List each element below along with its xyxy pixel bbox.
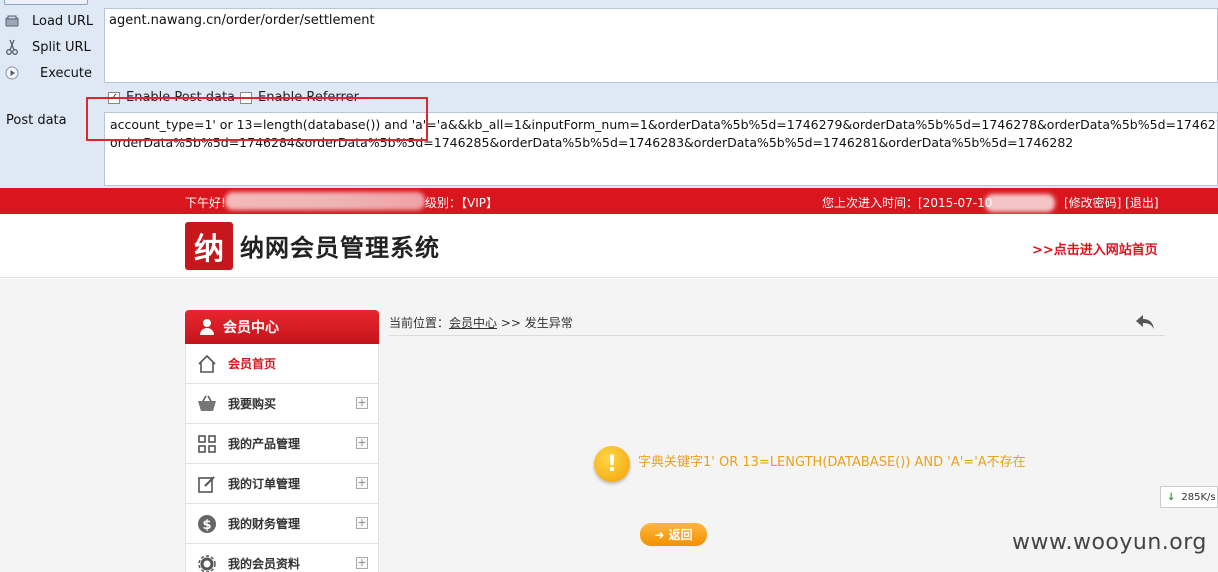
execute-button[interactable]: Execute — [4, 62, 92, 84]
breadcrumb-separator: >> — [497, 316, 525, 330]
enable-referrer-checkbox[interactable]: Enable Referrer — [240, 90, 359, 105]
user-icon — [199, 319, 215, 335]
hackbar-panel: Load URL Split URL Execute agent.nawang.… — [0, 0, 1218, 188]
split-url-label: Split URL — [32, 39, 91, 55]
sidebar-item-label: 我要购买 — [228, 397, 277, 411]
sidebar-item-label: 我的订单管理 — [228, 477, 301, 491]
load-url-label: Load URL — [32, 13, 94, 29]
load-url-icon — [4, 13, 20, 29]
sidebar-header: 会员中心 — [185, 310, 379, 344]
error-message: 字典关键字1' OR 13=LENGTH(DATABASE()) AND 'A'… — [638, 455, 1026, 470]
site-home-link[interactable]: >>点击进入网站首页 — [1032, 239, 1158, 258]
svg-text:$: $ — [202, 518, 211, 533]
logo-icon: 纳 — [185, 222, 233, 270]
sidebar-title: 会员中心 — [223, 320, 279, 336]
enable-referrer-label: Enable Referrer — [258, 90, 359, 105]
sidebar-item-label: 我的产品管理 — [228, 437, 301, 451]
sidebar-item-orders[interactable]: 我的订单管理 + — [185, 464, 379, 504]
house-icon — [196, 353, 218, 375]
download-speed-widget: ↓ 285K/s — [1160, 486, 1218, 508]
breadcrumb-prefix: 当前位置： — [389, 316, 450, 330]
back-arrow-icon[interactable] — [1134, 313, 1156, 331]
checkmark-icon: ✓ — [108, 91, 120, 104]
account-links[interactable]: [修改密码] [退出] — [1064, 194, 1159, 211]
sidebar-item-label: 我的财务管理 — [228, 517, 301, 531]
url-textarea[interactable]: agent.nawang.cn/order/order/settlement — [104, 8, 1218, 83]
checkbox-empty-icon — [240, 91, 252, 104]
expand-icon[interactable]: + — [356, 557, 368, 569]
breadcrumb-current: 发生异常 — [524, 316, 573, 330]
toolbar-button-fragment[interactable] — [4, 0, 88, 5]
post-data-textarea[interactable]: account_type=1' or 13=length(database())… — [104, 112, 1218, 186]
money-icon: $ — [196, 513, 218, 535]
site-title: 纳网会员管理系统 — [240, 234, 440, 262]
site-top-bar: 下午好! 级别：【VIP】 您上次进入时间：[2015-07-10 [修改密码]… — [0, 188, 1218, 214]
greeting-text: 下午好! — [185, 196, 226, 210]
expand-icon[interactable]: + — [356, 517, 368, 529]
expand-icon[interactable]: + — [356, 397, 368, 409]
scissors-icon — [4, 39, 20, 55]
sidebar-item-products[interactable]: 我的产品管理 + — [185, 424, 379, 464]
download-speed-value: 285K/s — [1181, 491, 1216, 503]
load-url-button[interactable]: Load URL — [4, 10, 93, 32]
sidebar-item-label: 我的会员资料 — [228, 557, 301, 571]
gear-icon — [196, 553, 218, 572]
sidebar-item-home[interactable]: 会员首页 — [185, 344, 379, 384]
expand-icon[interactable]: + — [356, 437, 368, 449]
split-url-button[interactable]: Split URL — [4, 36, 91, 58]
post-data-line-2: orderData%5b%5d=1746284&orderData%5b%5d=… — [110, 135, 1074, 150]
page-body — [0, 279, 1218, 572]
member-level: 级别：【VIP】 — [425, 196, 498, 210]
execute-label: Execute — [40, 65, 92, 81]
redacted-time — [985, 194, 1055, 212]
redacted-username — [225, 192, 425, 210]
watermark-text: www.wooyun.org — [1012, 530, 1207, 555]
sidebar-item-buy[interactable]: 我要购买 + — [185, 384, 379, 424]
post-data-line-1: account_type=1' or 13=length(database())… — [110, 117, 1217, 132]
sidebar-item-profile[interactable]: 我的会员资料 + — [185, 544, 379, 572]
sidebar-item-finance[interactable]: $ 我的财务管理 + — [185, 504, 379, 544]
grid-icon — [196, 433, 218, 455]
download-arrow-icon: ↓ — [1167, 491, 1176, 503]
breadcrumb: 当前位置：会员中心 >> 发生异常 — [389, 314, 573, 331]
edit-icon — [196, 473, 218, 495]
site-header: 纳 纳网会员管理系统 >>点击进入网站首页 — [0, 214, 1218, 278]
expand-icon[interactable]: + — [356, 477, 368, 489]
post-data-label: Post data — [6, 113, 67, 128]
enable-post-label: Enable Post data — [126, 90, 236, 105]
breadcrumb-divider — [389, 335, 1165, 336]
warning-icon: ! — [594, 446, 630, 482]
enable-post-checkbox[interactable]: ✓ Enable Post data — [108, 90, 235, 105]
sidebar-item-label: 会员首页 — [228, 357, 277, 371]
breadcrumb-link-member-center[interactable]: 会员中心 — [449, 316, 497, 330]
play-icon — [4, 65, 20, 81]
basket-icon — [196, 393, 218, 415]
last-login-time: 您上次进入时间：[2015-07-10 — [822, 196, 993, 210]
return-button[interactable]: ➜ 返回 — [640, 523, 707, 546]
